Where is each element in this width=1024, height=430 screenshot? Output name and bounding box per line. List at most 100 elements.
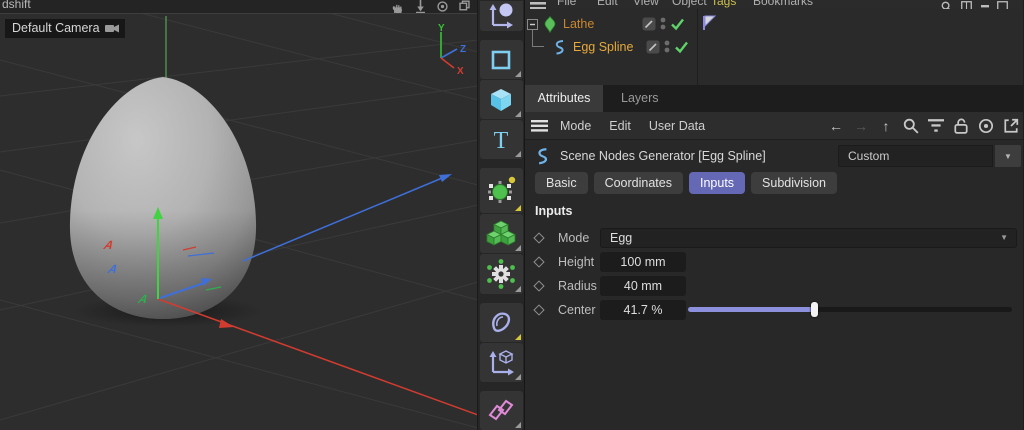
om-layout-icon[interactable]: [961, 1, 972, 9]
param-diamond-icon[interactable]: [533, 255, 545, 268]
menu-view[interactable]: View: [633, 0, 659, 8]
viewport-nav-icons: [391, 0, 471, 13]
egg-object[interactable]: [69, 77, 257, 319]
amenu-edit[interactable]: Edit: [609, 119, 631, 133]
curved-shape-icon: [492, 312, 511, 333]
target-mode-icon[interactable]: [978, 118, 994, 134]
slider-handle[interactable]: [811, 302, 819, 317]
param-diamond-icon[interactable]: [533, 303, 545, 316]
axis-orientation-widget[interactable]: Y Z X: [419, 24, 469, 82]
collapse-toggle-icon[interactable]: [527, 18, 538, 30]
up-arrow-icon[interactable]: ↑: [878, 118, 894, 134]
param-diamond-icon[interactable]: [533, 231, 545, 244]
tool-rectangle-spline-button[interactable]: [479, 40, 523, 80]
popout-panel-icon[interactable]: [1003, 118, 1019, 134]
lock-open-icon[interactable]: [953, 118, 969, 134]
tool-deformer-button[interactable]: [479, 302, 523, 342]
maximize-view-icon[interactable]: [458, 0, 471, 13]
object-name-egg-spline[interactable]: Egg Spline: [573, 40, 633, 54]
param-diamond-icon[interactable]: [533, 279, 545, 292]
cube-icon: [491, 88, 511, 111]
tab-layers[interactable]: Layers: [603, 85, 677, 112]
filter-icon[interactable]: [928, 118, 944, 134]
menu-bookmarks[interactable]: Bookmarks: [753, 0, 813, 8]
tab-inputs[interactable]: Inputs: [688, 172, 746, 194]
visibility-dots-icon[interactable]: [663, 39, 671, 55]
tool-cube-primitive-button[interactable]: [479, 80, 523, 120]
amenu-user-data[interactable]: User Data: [649, 119, 705, 133]
menu-object[interactable]: Object: [672, 0, 707, 8]
hamburger-menu-icon[interactable]: [531, 119, 548, 132]
viewport-menu-redshift[interactable]: dshift: [2, 0, 31, 11]
flyout-corner: [514, 111, 521, 118]
viewport-canvas[interactable]: A A A: [0, 0, 478, 430]
tab-coordinates[interactable]: Coordinates: [593, 172, 683, 194]
om-minimize-icon[interactable]: [981, 5, 989, 8]
tool-spline-lathe-button[interactable]: [479, 1, 523, 31]
enabled-check-icon[interactable]: [674, 40, 689, 54]
preset-dropdown[interactable]: Custom: [838, 145, 993, 167]
menu-file[interactable]: File: [557, 0, 576, 8]
dolly-zoom-icon[interactable]: [414, 0, 427, 13]
phong-tag-icon[interactable]: [702, 15, 717, 31]
tool-field-button[interactable]: [479, 254, 523, 294]
mode-dropdown[interactable]: Egg ▼: [600, 227, 1017, 248]
param-label-center: Center: [558, 302, 596, 317]
preset-dropdown-button[interactable]: ▼: [995, 145, 1021, 167]
rotate-view-icon[interactable]: [436, 0, 449, 13]
tool-generator-button[interactable]: [479, 168, 523, 214]
visibility-dots-icon[interactable]: [659, 16, 667, 32]
back-arrow-icon[interactable]: ←: [828, 118, 844, 134]
pan-hand-icon[interactable]: [391, 0, 405, 13]
axis-x-line[interactable]: [157, 298, 478, 416]
chevron-down-icon: ▼: [1004, 151, 1012, 161]
flyout-corner: [514, 373, 521, 380]
green-cubes-icon: [486, 220, 516, 246]
mode-value: Egg: [610, 230, 633, 245]
tab-subdivision[interactable]: Subdivision: [751, 172, 837, 194]
tool-null-axis-button[interactable]: [479, 342, 523, 382]
object-name-lathe[interactable]: Lathe: [563, 17, 594, 31]
param-label-height: Height: [558, 254, 595, 269]
hamburger-menu-icon[interactable]: [530, 2, 546, 9]
height-input[interactable]: 100 mm: [600, 251, 686, 272]
lathe-object-icon: [544, 15, 556, 33]
spline-object-icon: [538, 147, 548, 164]
axis-cube-icon: [489, 350, 514, 376]
viewport-3d[interactable]: A A A dshift Default Camera Y Z X: [0, 0, 478, 430]
camera-label[interactable]: Default Camera: [5, 19, 125, 38]
amenu-mode[interactable]: Mode: [560, 119, 591, 133]
tool-instance-button[interactable]: [479, 390, 523, 430]
enable-toggle-icon[interactable]: [642, 17, 656, 31]
radius-input[interactable]: 40 mm: [600, 275, 686, 296]
axis-label-x: X: [457, 66, 464, 77]
search-icon[interactable]: [903, 118, 919, 134]
menu-tags[interactable]: Tags: [711, 0, 736, 8]
center-input[interactable]: 41.7 %: [600, 299, 686, 320]
pink-parallelograms-icon: [488, 400, 514, 421]
param-label-radius: Radius: [558, 278, 597, 293]
camera-label-text: Default Camera: [12, 21, 100, 35]
menu-edit[interactable]: Edit: [597, 0, 618, 8]
tool-text-spline-button[interactable]: T: [479, 120, 523, 160]
enabled-check-icon[interactable]: [670, 17, 685, 31]
spline-object-icon: [555, 39, 564, 54]
tab-attributes[interactable]: Attributes: [525, 85, 603, 112]
flyout-corner: [514, 285, 521, 292]
param-row-height: Height 100 mm: [525, 251, 1023, 272]
enable-toggle-icon[interactable]: [646, 40, 660, 54]
flyout-corner: [514, 245, 521, 252]
center-slider[interactable]: [688, 299, 1012, 320]
tag-column-divider: [697, 9, 698, 85]
forward-arrow-icon[interactable]: →: [853, 118, 869, 134]
tool-volume-button[interactable]: [479, 214, 523, 254]
tool-strip: T: [478, 0, 525, 430]
flyout-corner: [514, 205, 521, 212]
axis-label-y: Y: [438, 24, 445, 34]
om-popout-icon[interactable]: [997, 1, 1008, 9]
tab-basic[interactable]: Basic: [535, 172, 588, 194]
om-search-icon[interactable]: [941, 1, 952, 9]
inputs-group-heading: Inputs: [535, 204, 573, 218]
rectangle-spline-icon: [491, 50, 511, 69]
app-window: A A A dshift Default Camera Y Z X T File…: [0, 0, 1024, 430]
